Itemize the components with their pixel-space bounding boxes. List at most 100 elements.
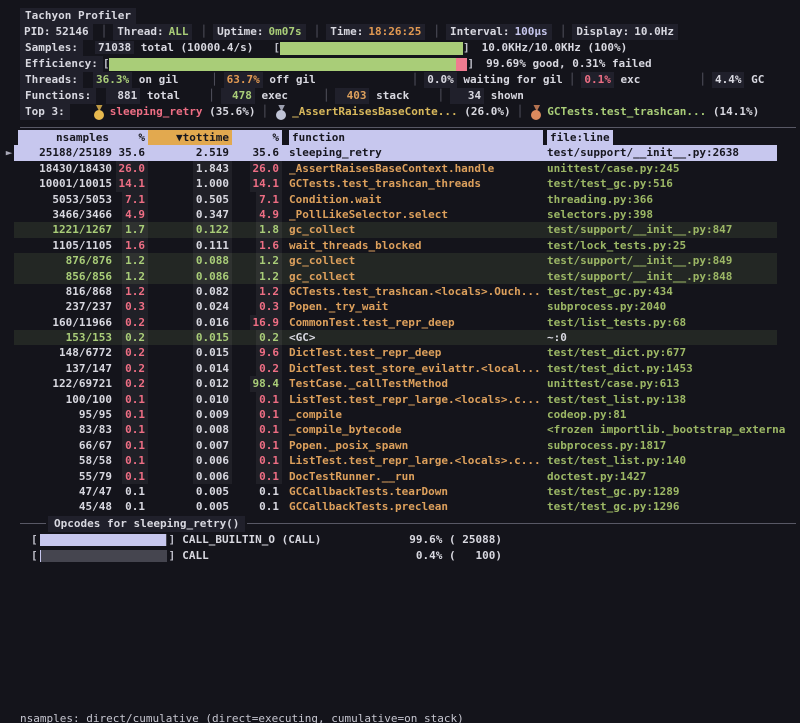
separator: │ — [308, 24, 327, 40]
cell-function: GCCallbackTests.preclean — [282, 499, 544, 514]
table-row[interactable]: ►25188/2518935.62.51935.6sleeping_retryt… — [0, 145, 800, 160]
top3-label: Top 3: — [20, 104, 70, 120]
cell-percent-cumulative: 0.1 — [232, 407, 282, 422]
column-function[interactable]: function — [282, 130, 544, 145]
tottime-value: 0.005 — [193, 484, 232, 499]
table-row[interactable]: 3466/34664.90.3474.9_PollLikeSelector.se… — [0, 207, 800, 222]
table-row[interactable]: 66/670.10.0070.1Popen._posix_spawnsubpro… — [0, 438, 800, 453]
uptime-field: Uptime:0m07s — [213, 24, 305, 40]
field-value: 18:26:25 — [368, 24, 421, 40]
table-row[interactable]: 816/8681.20.0821.2GCTests.test_trashcan.… — [0, 284, 800, 299]
column-percent-direct[interactable]: % — [112, 130, 148, 145]
function-stat: 403 stack — [335, 88, 431, 104]
title-row: Tachyon Profiler — [20, 8, 800, 24]
table-row[interactable]: 137/1470.20.0140.2DictTest.test_store_ev… — [0, 361, 800, 376]
percent-value: 0.1 — [256, 499, 282, 514]
tottime-value: 0.010 — [193, 392, 232, 407]
table-row[interactable]: 100/1000.10.0100.1ListTest.test_repr_lar… — [0, 392, 800, 407]
percent-value: 14.1 — [250, 176, 283, 191]
cell-file-line: test/test_gc.py:1289 — [544, 484, 800, 499]
cell-tottime: 0.015 — [148, 345, 232, 360]
column-percent-cumulative[interactable]: % — [232, 130, 282, 145]
table-row[interactable]: 122/697210.20.01298.4TestCase._callTestM… — [0, 376, 800, 391]
cell-nsamples: 55/79 — [18, 469, 112, 484]
percent-value: 35.6 — [250, 145, 283, 160]
table-row[interactable]: 5053/50537.10.5057.1Condition.waitthread… — [0, 192, 800, 207]
top3-function-name: sleeping_retry — [110, 104, 203, 120]
function-stat: 34 shown — [450, 88, 546, 104]
thread-unit: on gil — [132, 72, 178, 88]
table-row[interactable]: 160/119660.20.01616.9CommonTest.test_rep… — [0, 315, 800, 330]
cell-nsamples: 1105/1105 — [18, 238, 112, 253]
cell-percent-direct: 35.6 — [112, 145, 148, 160]
cell-file-line: selectors.py:398 — [544, 207, 800, 222]
table-row[interactable]: 10001/1001514.11.00014.1GCTests.test_tra… — [0, 176, 800, 191]
cell-percent-direct: 1.7 — [112, 222, 148, 237]
cell-file-line: test/test_gc.py:516 — [544, 176, 800, 191]
cell-file-line: test/test_gc.py:434 — [544, 284, 800, 299]
cell-function: gc_collect — [282, 253, 544, 268]
opcode-bar-close-bracket: ] — [169, 548, 176, 564]
percent-value: 0.1 — [256, 392, 282, 407]
cell-percent-direct: 0.1 — [112, 453, 148, 468]
cell-tottime: 0.088 — [148, 253, 232, 268]
samples-bar-close-bracket: ] — [463, 40, 470, 56]
cell-percent-cumulative: 0.1 — [232, 484, 282, 499]
table-row[interactable]: 1221/12671.70.1221.8gc_collecttest/suppo… — [0, 222, 800, 237]
cell-function: wait_threads_blocked — [282, 238, 544, 253]
column-file-line[interactable]: file:line — [544, 130, 800, 145]
percent-value: 26.0 — [116, 161, 149, 176]
separator: │ — [95, 24, 114, 40]
table-row[interactable]: 153/1530.20.0150.2<GC>~:0 — [0, 330, 800, 345]
table-row[interactable]: 55/790.10.0060.1DocTestRunner.__rundocte… — [0, 469, 800, 484]
cell-percent-direct: 14.1 — [112, 176, 148, 191]
cell-percent-cumulative: 9.6 — [232, 345, 282, 360]
table-row[interactable]: 876/8761.20.0881.2gc_collecttest/support… — [0, 253, 800, 268]
table-row[interactable]: 18430/1843026.01.84326.0_AssertRaisesBas… — [0, 161, 800, 176]
separator: │ — [693, 72, 712, 88]
efficiency-label: Efficiency: — [20, 56, 103, 72]
cell-tottime: 0.505 — [148, 192, 232, 207]
cell-tottime: 0.016 — [148, 315, 232, 330]
table-row[interactable]: 47/470.10.0050.1GCCallbackTests.tearDown… — [0, 484, 800, 499]
table-row[interactable]: 1105/11051.60.1111.6wait_threads_blocked… — [0, 238, 800, 253]
samples-progress-bar — [280, 42, 463, 55]
column-tottime-sorted[interactable]: ▼tottime — [148, 130, 232, 145]
table-row[interactable]: 83/830.10.0080.1_compile_bytecode<frozen… — [0, 422, 800, 437]
top3-percent: (35.6%) — [202, 104, 255, 120]
table-row[interactable]: 237/2370.30.0240.3Popen._try_waitsubproc… — [0, 299, 800, 314]
opcode-name: CALL_BUILTIN_O (CALL) — [182, 532, 321, 548]
tottime-value: 2.519 — [193, 145, 232, 160]
cell-percent-cumulative: 14.1 — [232, 176, 282, 191]
cell-nsamples: 3466/3466 — [18, 207, 112, 222]
table-row[interactable]: 856/8561.20.0861.2gc_collecttest/support… — [0, 269, 800, 284]
profile-table: nsamples % ▼tottime % function file:line… — [0, 130, 800, 515]
cell-file-line: ~:0 — [544, 330, 800, 345]
thread-stat: 63.7% off gil — [224, 72, 406, 88]
percent-value: 1.2 — [122, 284, 148, 299]
percent-value: 0.2 — [122, 345, 148, 360]
efficiency-bar-close-bracket: ] — [467, 56, 474, 72]
table-row[interactable]: 148/67720.20.0159.6DictTest.test_repr_de… — [0, 345, 800, 360]
cell-function: <GC> — [282, 330, 544, 345]
tottime-value: 0.122 — [193, 222, 232, 237]
tottime-value: 0.082 — [193, 284, 232, 299]
samples-row: Samples: 71038 total (10000.4/s) [ ] 10.… — [20, 40, 800, 56]
cell-function: GCTests.test_trashcan.<locals>.Ouch... — [282, 284, 544, 299]
opcode-usage-bar — [40, 534, 167, 546]
cell-nsamples: 856/856 — [18, 269, 112, 284]
cell-percent-cumulative: 1.2 — [232, 253, 282, 268]
percent-value: 0.3 — [256, 299, 282, 314]
thread-stat: 4.4% GC — [712, 72, 800, 88]
tottime-value: 0.024 — [193, 299, 232, 314]
cell-percent-direct: 0.1 — [112, 422, 148, 437]
column-nsamples[interactable]: nsamples — [18, 130, 112, 145]
table-row[interactable]: 45/480.10.0050.1GCCallbackTests.preclean… — [0, 499, 800, 514]
percent-value: 98.4 — [250, 376, 283, 391]
table-row[interactable]: 58/580.10.0060.1ListTest.test_repr_large… — [0, 453, 800, 468]
top3-item: sleeping_retry (35.6%) — [92, 104, 256, 120]
thread-unit: off gil — [263, 72, 316, 88]
cell-file-line: test/lock_tests.py:25 — [544, 238, 800, 253]
table-row[interactable]: 95/950.10.0090.1_compilecodeop.py:81 — [0, 407, 800, 422]
cell-file-line: test/test_list.py:138 — [544, 392, 800, 407]
